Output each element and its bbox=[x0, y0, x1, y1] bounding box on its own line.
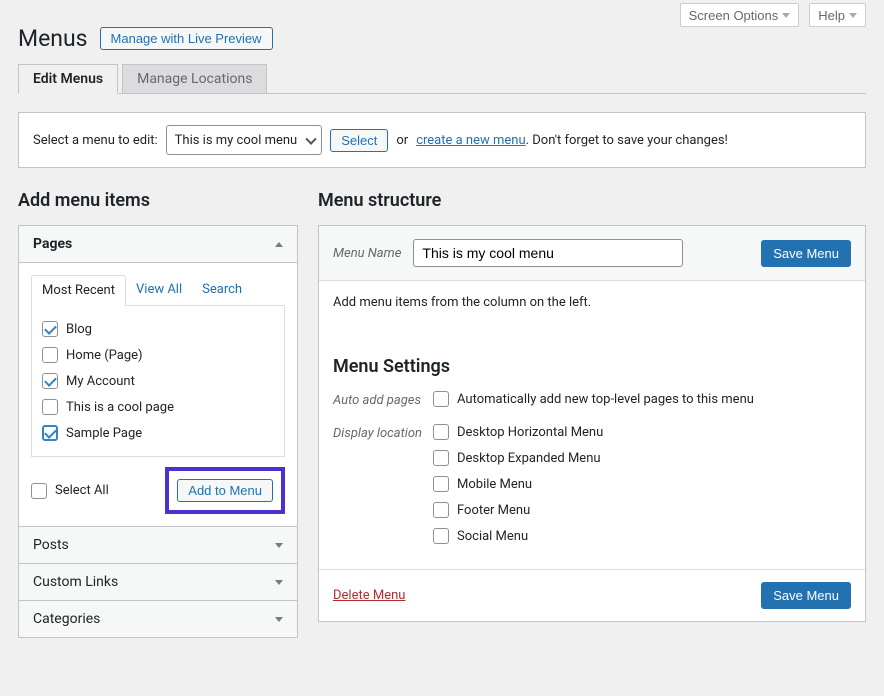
page-label: This is a cool page bbox=[66, 400, 174, 415]
help-label: Help bbox=[818, 8, 845, 23]
location-option: Footer Menu bbox=[457, 503, 530, 518]
checkbox-blog[interactable] bbox=[42, 321, 58, 337]
page-title: Menus bbox=[18, 25, 88, 52]
page-label: Sample Page bbox=[66, 426, 142, 441]
page-item[interactable]: Home (Page) bbox=[42, 342, 274, 368]
auto-add-option: Automatically add new top-level pages to… bbox=[457, 392, 754, 407]
panel-posts-label: Posts bbox=[33, 537, 69, 553]
add-items-title: Add menu items bbox=[18, 190, 298, 211]
checkbox-loc-desktop-expanded[interactable] bbox=[433, 450, 449, 466]
reminder-text: . Don't forget to save your changes! bbox=[526, 133, 728, 148]
chevron-down-icon bbox=[306, 134, 317, 145]
screen-options-label: Screen Options bbox=[689, 8, 779, 23]
panel-pages-head[interactable]: Pages bbox=[19, 226, 297, 263]
select-menu-label: Select a menu to edit: bbox=[33, 133, 158, 148]
delete-menu-link[interactable]: Delete Menu bbox=[333, 588, 405, 603]
menu-body-hint: Add menu items from the column on the le… bbox=[333, 295, 591, 310]
create-menu-link[interactable]: create a new menu bbox=[416, 133, 525, 148]
checkbox-loc-social[interactable] bbox=[433, 528, 449, 544]
chevron-down-icon bbox=[782, 13, 790, 18]
page-item[interactable]: Sample Page bbox=[42, 420, 274, 446]
page-item[interactable]: Blog bbox=[42, 316, 274, 342]
panel-categories-head[interactable]: Categories bbox=[19, 601, 297, 637]
auto-add-label: Auto add pages bbox=[333, 391, 433, 408]
chevron-down-icon bbox=[275, 543, 283, 548]
display-location-label: Display location bbox=[333, 424, 433, 549]
page-label: My Account bbox=[66, 374, 135, 389]
menu-structure-title: Menu structure bbox=[318, 190, 866, 211]
chevron-down-icon bbox=[275, 580, 283, 585]
or-text: or bbox=[396, 133, 408, 148]
chevron-down-icon bbox=[275, 617, 283, 622]
panel-custom-links-label: Custom Links bbox=[33, 574, 118, 590]
select-all-label: Select All bbox=[55, 483, 109, 498]
chevron-up-icon bbox=[275, 242, 283, 247]
tab-edit-menus[interactable]: Edit Menus bbox=[18, 64, 118, 94]
help-button[interactable]: Help bbox=[809, 3, 866, 27]
panel-pages-label: Pages bbox=[33, 236, 72, 252]
save-menu-button-bottom[interactable]: Save Menu bbox=[761, 582, 851, 609]
chevron-down-icon bbox=[849, 13, 857, 18]
panel-custom-links-head[interactable]: Custom Links bbox=[19, 564, 297, 601]
menu-select-value: This is my cool menu bbox=[175, 133, 298, 148]
select-button[interactable]: Select bbox=[330, 129, 388, 152]
page-label: Blog bbox=[66, 322, 92, 337]
checkbox-my-account[interactable] bbox=[42, 373, 58, 389]
checkbox-home[interactable] bbox=[42, 347, 58, 363]
checkbox-auto-add[interactable] bbox=[433, 391, 449, 407]
add-to-menu-highlight: Add to Menu bbox=[165, 467, 285, 514]
page-item[interactable]: My Account bbox=[42, 368, 274, 394]
checkbox-select-all[interactable] bbox=[31, 483, 47, 499]
location-option: Desktop Horizontal Menu bbox=[457, 425, 603, 440]
panel-posts-head[interactable]: Posts bbox=[19, 527, 297, 564]
checkbox-loc-mobile[interactable] bbox=[433, 476, 449, 492]
checkbox-sample-page[interactable] bbox=[42, 425, 58, 441]
panel-categories-label: Categories bbox=[33, 611, 100, 627]
live-preview-button[interactable]: Manage with Live Preview bbox=[100, 27, 273, 50]
menu-select-dropdown[interactable]: This is my cool menu bbox=[166, 125, 323, 155]
checkbox-loc-footer[interactable] bbox=[433, 502, 449, 518]
checkbox-cool-page[interactable] bbox=[42, 399, 58, 415]
tab-manage-locations[interactable]: Manage Locations bbox=[122, 64, 267, 94]
checkbox-loc-desktop-horizontal[interactable] bbox=[433, 424, 449, 440]
page-label: Home (Page) bbox=[66, 348, 143, 363]
subtab-view-all[interactable]: View All bbox=[126, 275, 192, 305]
screen-options-button[interactable]: Screen Options bbox=[680, 3, 800, 27]
add-to-menu-button[interactable]: Add to Menu bbox=[177, 479, 273, 502]
save-menu-button-top[interactable]: Save Menu bbox=[761, 240, 851, 267]
menu-name-label: Menu Name bbox=[333, 246, 401, 261]
menu-name-input[interactable] bbox=[413, 239, 683, 267]
subtab-search[interactable]: Search bbox=[192, 275, 252, 305]
page-item[interactable]: This is a cool page bbox=[42, 394, 274, 420]
menu-settings-title: Menu Settings bbox=[333, 356, 851, 377]
location-option: Desktop Expanded Menu bbox=[457, 451, 601, 466]
subtab-most-recent[interactable]: Most Recent bbox=[31, 275, 126, 306]
location-option: Social Menu bbox=[457, 529, 528, 544]
location-option: Mobile Menu bbox=[457, 477, 532, 492]
